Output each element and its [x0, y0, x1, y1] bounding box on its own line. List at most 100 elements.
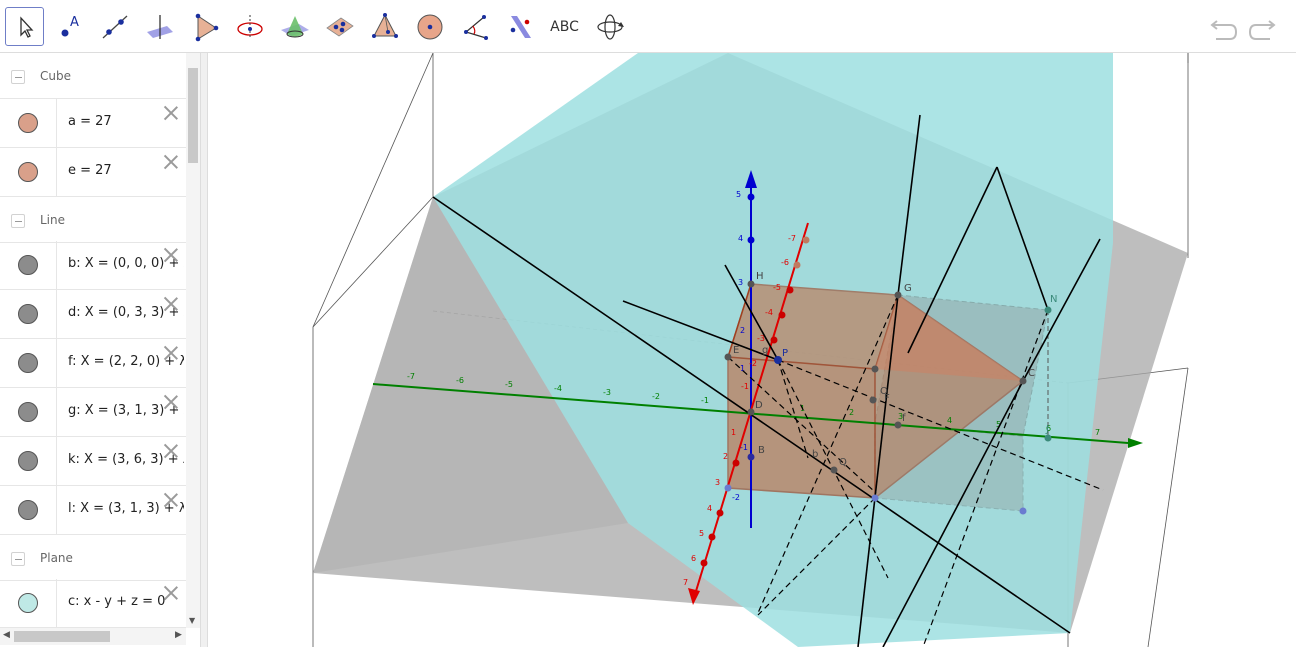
toolbar: A ABC	[0, 0, 1296, 53]
visibility-dot-icon[interactable]	[18, 451, 38, 471]
algebra-row-b[interactable]: b: X = (0, 0, 0) + λ	[0, 241, 186, 290]
perpendicular-line-icon	[146, 14, 173, 39]
visibility-toggle[interactable]	[0, 148, 57, 197]
pyramid-tool-button[interactable]	[365, 7, 404, 46]
visibility-toggle[interactable]	[0, 99, 57, 148]
visibility-toggle[interactable]	[0, 486, 57, 535]
point-label: B	[758, 445, 765, 456]
x-tick: 6	[691, 554, 696, 563]
rotate-view-tool-button[interactable]	[590, 7, 629, 46]
y-tick: 7	[1095, 428, 1100, 437]
point-label: f	[902, 413, 906, 424]
perpendicular-line-tool-button[interactable]	[140, 7, 179, 46]
algebra-row-k[interactable]: k: X = (3, 6, 3) + λ	[0, 437, 186, 486]
intersect-surfaces-tool-button[interactable]	[275, 7, 314, 46]
visibility-dot-icon[interactable]	[18, 402, 38, 422]
collapse-icon[interactable]	[11, 552, 25, 566]
polygon-tool-button[interactable]	[185, 7, 224, 46]
group-header-plane[interactable]: Plane	[0, 535, 186, 581]
group-header-line[interactable]: Line	[0, 197, 186, 243]
y-tick: -5	[505, 380, 513, 389]
move-tool-button[interactable]	[5, 7, 44, 46]
delete-icon[interactable]	[162, 246, 180, 264]
point-tool-button[interactable]: A	[50, 7, 89, 46]
scroll-down-arrow-icon[interactable]: ▼	[189, 616, 195, 625]
visibility-toggle[interactable]	[0, 241, 57, 290]
visibility-dot-icon[interactable]	[18, 304, 38, 324]
delete-icon[interactable]	[162, 104, 180, 122]
plane-three-points-tool-button[interactable]	[320, 7, 359, 46]
x-tick: -7	[788, 234, 796, 243]
group-header-cube[interactable]: Cube	[0, 53, 186, 99]
visibility-toggle[interactable]	[0, 388, 57, 437]
circle-axis-tool-button[interactable]	[230, 7, 269, 46]
scroll-left-arrow-icon[interactable]: ◀	[3, 630, 10, 640]
visibility-dot-icon[interactable]	[18, 500, 38, 520]
view-divider[interactable]	[200, 53, 208, 647]
x-tick: 4	[707, 504, 712, 513]
point-label: J	[1045, 424, 1049, 435]
visibility-dot-icon[interactable]	[18, 593, 38, 613]
group-name: Line	[40, 213, 66, 227]
point-label: Q	[839, 457, 847, 468]
algebra-row-a[interactable]: a = 27	[0, 99, 186, 148]
point-label: b	[812, 449, 818, 460]
undo-icon	[1210, 20, 1238, 40]
vertical-scrollbar-thumb[interactable]	[188, 68, 198, 163]
visibility-dot-icon[interactable]	[18, 353, 38, 373]
visibility-dot-icon[interactable]	[18, 162, 38, 182]
delete-icon[interactable]	[162, 344, 180, 362]
line-tool-button[interactable]	[95, 7, 134, 46]
move-icon	[19, 15, 33, 38]
sphere-tool-button[interactable]	[410, 7, 449, 46]
x-tick: -5	[773, 283, 781, 292]
y-tick: 2	[849, 408, 854, 417]
point-label: P	[782, 348, 788, 359]
algebra-row-l[interactable]: l: X = (3, 1, 3) + λ	[0, 486, 186, 535]
undo-button[interactable]	[1208, 12, 1240, 42]
angle-tool-button[interactable]	[455, 7, 494, 46]
graphics-3d-view[interactable]: -7 -6 -5 -4 -3 -2 -1 1 2 3 4 5 6 7 -7 -6…	[208, 53, 1296, 647]
y-axis-arrow-icon	[1128, 438, 1143, 448]
visibility-toggle[interactable]	[0, 339, 57, 388]
visibility-dot-icon[interactable]	[18, 255, 38, 275]
z-tick: -1	[740, 443, 748, 452]
3d-canvas[interactable]: -7 -6 -5 -4 -3 -2 -1 1 2 3 4 5 6 7 -7 -6…	[208, 53, 1296, 647]
reflect-plane-tool-button[interactable]	[500, 7, 539, 46]
point-label: N	[1050, 294, 1057, 305]
algebra-row-e[interactable]: e = 27	[0, 148, 186, 197]
delete-icon[interactable]	[162, 153, 180, 171]
visibility-toggle[interactable]	[0, 579, 57, 628]
collapse-icon[interactable]	[11, 214, 25, 228]
intersect-surfaces-icon	[280, 15, 309, 37]
text-tool-button[interactable]: ABC	[545, 7, 584, 46]
algebra-row-c[interactable]: c: x - y + z = 0	[0, 579, 186, 628]
sphere-icon	[417, 14, 442, 39]
collapse-icon[interactable]	[11, 70, 25, 84]
delete-icon[interactable]	[162, 491, 180, 509]
delete-icon[interactable]	[162, 584, 180, 602]
point-label: E	[733, 345, 739, 356]
delete-icon[interactable]	[162, 295, 180, 313]
circle-axis-icon	[236, 14, 263, 39]
point-label: O	[880, 386, 888, 397]
z-tick: -2	[732, 493, 740, 502]
redo-button[interactable]	[1246, 12, 1278, 42]
point-label: C	[1028, 368, 1035, 379]
visibility-toggle[interactable]	[0, 437, 57, 486]
algebra-row-d[interactable]: d: X = (0, 3, 3) + λ	[0, 290, 186, 339]
scroll-right-arrow-icon[interactable]: ▶	[175, 630, 182, 640]
point-label: D	[755, 400, 763, 411]
x-tick: 7	[683, 578, 688, 587]
visibility-dot-icon[interactable]	[18, 113, 38, 133]
algebra-row-g[interactable]: g: X = (3, 1, 3) + λ	[0, 388, 186, 437]
horizontal-scrollbar-thumb[interactable]	[14, 631, 110, 642]
point-label: g	[762, 345, 768, 356]
algebra-row-f[interactable]: f: X = (2, 2, 0) + λ	[0, 339, 186, 388]
delete-icon[interactable]	[162, 442, 180, 460]
delete-icon[interactable]	[162, 393, 180, 411]
visibility-toggle[interactable]	[0, 290, 57, 339]
y-tick: -4	[554, 384, 562, 393]
point-label: G	[904, 283, 912, 294]
polygon-icon	[195, 13, 218, 41]
